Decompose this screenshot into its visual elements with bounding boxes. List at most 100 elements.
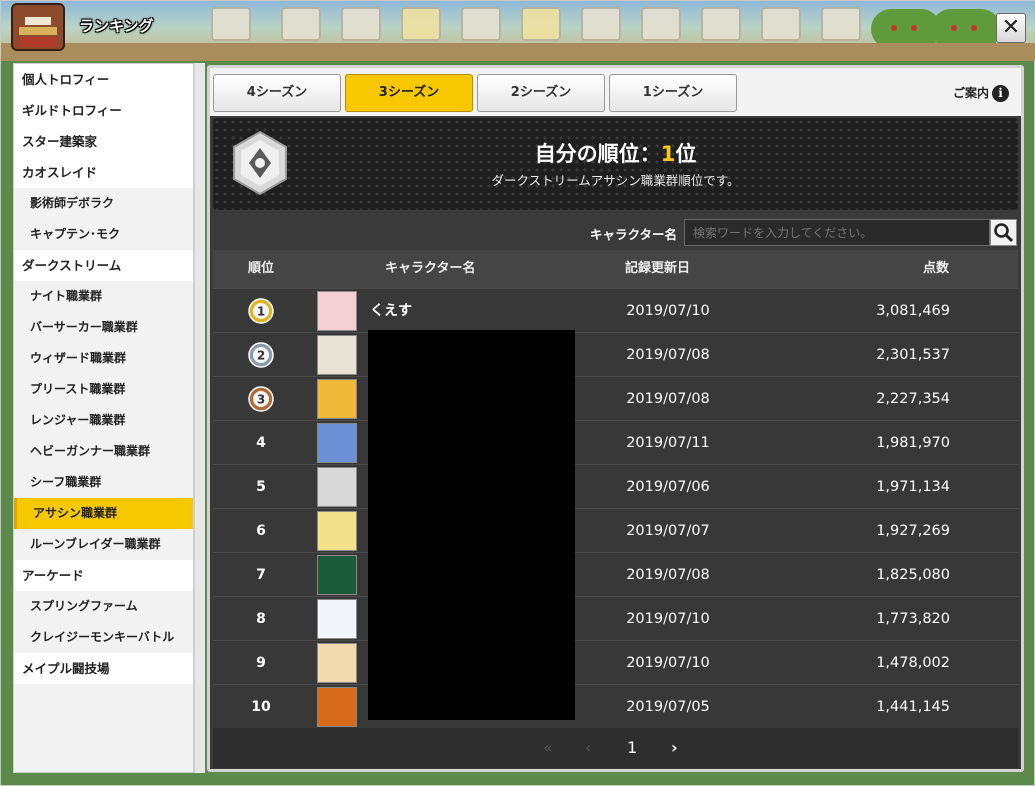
- character-avatar[interactable]: [317, 643, 357, 683]
- rank-number: 5: [256, 479, 266, 495]
- ranking-table: 1 くえす 2019/07/10 3,081,469 2 2019/07/08 2,301,…: [213, 288, 1018, 728]
- score: 1,927,269: [876, 523, 950, 539]
- sidebar-item[interactable]: アサシン職業群: [14, 498, 193, 529]
- character-avatar[interactable]: [317, 511, 357, 551]
- character-avatar[interactable]: [317, 467, 357, 507]
- sidebar-item[interactable]: 影術師デボラク: [14, 188, 193, 219]
- tab-season-1[interactable]: 1シーズン: [609, 74, 737, 112]
- close-button[interactable]: ✕: [996, 13, 1026, 43]
- guide-label: ご案内: [952, 86, 989, 100]
- sidebar-item[interactable]: ダークストリーム: [14, 250, 193, 281]
- sidebar-item[interactable]: ウィザード職業群: [14, 343, 193, 374]
- sidebar-item[interactable]: ギルドトロフィー: [14, 95, 193, 126]
- sidebar-item[interactable]: クレイジーモンキーバトル: [14, 622, 193, 653]
- rank-number: 9: [256, 655, 266, 671]
- search-button[interactable]: [990, 219, 1017, 246]
- rank-number: 10: [251, 699, 271, 715]
- rank-number: 4: [256, 435, 266, 451]
- update-date: 2019/07/06: [626, 479, 710, 495]
- silver-medal-icon: 2: [248, 342, 274, 368]
- sidebar-item[interactable]: ナイト職業群: [14, 281, 193, 312]
- sidebar-item[interactable]: メイプル闘技場: [14, 653, 193, 684]
- score: 1,478,002: [876, 655, 950, 671]
- window-title: ランキング: [79, 17, 154, 35]
- sidebar-item[interactable]: カオスレイド: [14, 157, 193, 188]
- score: 1,441,145: [876, 699, 950, 715]
- table-header: 順位 キャラクター名 記録更新日 点数: [213, 250, 1018, 288]
- sidebar-item[interactable]: アーケード: [14, 560, 193, 591]
- tab-season-2[interactable]: 2シーズン: [477, 74, 605, 112]
- search-input[interactable]: [684, 219, 990, 246]
- rank-number: 6: [256, 523, 266, 539]
- tab-season-4[interactable]: 4シーズン: [213, 74, 341, 112]
- update-date: 2019/07/08: [626, 567, 710, 583]
- my-rank-banner: 自分の順位：1位 ダークストリームアサシン職業群順位です。: [213, 118, 1018, 210]
- bronze-medal-icon: 3: [248, 386, 274, 412]
- score: 1,773,820: [876, 611, 950, 627]
- sidebar-item[interactable]: プリースト職業群: [14, 374, 193, 405]
- sidebar-item[interactable]: スター建築家: [14, 126, 193, 157]
- search-label: キャラクター名: [590, 227, 678, 242]
- sidebar-item[interactable]: 個人トロフィー: [14, 64, 193, 95]
- character-avatar[interactable]: [317, 687, 357, 727]
- update-date: 2019/07/05: [626, 699, 710, 715]
- current-page[interactable]: 1: [627, 728, 637, 768]
- first-page-button[interactable]: «: [543, 728, 553, 768]
- update-date: 2019/07/08: [626, 391, 710, 407]
- table-row[interactable]: 5 2019/07/06 1,971,134: [213, 464, 1018, 508]
- character-avatar[interactable]: [317, 599, 357, 639]
- character-avatar[interactable]: [317, 555, 357, 595]
- sidebar-item[interactable]: バーサーカー職業群: [14, 312, 193, 343]
- update-date: 2019/07/10: [626, 655, 710, 671]
- character-avatar[interactable]: [317, 291, 357, 331]
- update-date: 2019/07/08: [626, 347, 710, 363]
- table-row[interactable]: 10 2019/07/05 1,441,145: [213, 684, 1018, 728]
- sidebar-item[interactable]: ルーンブレイダー職業群: [14, 529, 193, 560]
- character-avatar[interactable]: [317, 379, 357, 419]
- sidebar-scrollbar[interactable]: [194, 63, 205, 773]
- table-row[interactable]: 4 2019/07/11 1,981,970: [213, 420, 1018, 464]
- search-row: キャラクター名: [210, 214, 1021, 248]
- table-row[interactable]: 1 くえす 2019/07/10 3,081,469: [213, 288, 1018, 332]
- ranking-window: ランキング ✕ 個人トロフィー ギルドトロフィー スター建築家 カオスレイド 影術師デボ…: [0, 0, 1035, 786]
- score: 1,825,080: [876, 567, 950, 583]
- score: 1,981,970: [876, 435, 950, 451]
- character-avatar[interactable]: [317, 335, 357, 375]
- sidebar-item[interactable]: キャプテン･モク: [14, 219, 193, 250]
- my-rank-prefix: 自分の順位：: [534, 142, 661, 166]
- update-date: 2019/07/07: [626, 523, 710, 539]
- header-character-name: キャラクター名: [385, 261, 476, 276]
- gold-medal-icon: 1: [248, 298, 274, 324]
- score: 2,227,354: [876, 391, 950, 407]
- update-date: 2019/07/11: [626, 435, 710, 451]
- next-page-button[interactable]: ›: [671, 728, 678, 768]
- character-name[interactable]: くえす: [370, 289, 412, 333]
- table-row[interactable]: 8 2019/07/10 1,773,820: [213, 596, 1018, 640]
- update-date: 2019/07/10: [626, 611, 710, 627]
- pagination: « ‹ 1 ›: [213, 728, 1018, 768]
- character-avatar[interactable]: [317, 423, 357, 463]
- table-row[interactable]: 3 2019/07/08 2,227,354: [213, 376, 1018, 420]
- header-score: 点数: [923, 261, 950, 276]
- header-rank: 順位: [247, 261, 274, 276]
- table-row[interactable]: 2 2019/07/08 2,301,537: [213, 332, 1018, 376]
- sidebar-item[interactable]: ヘビーガンナー職業群: [14, 436, 193, 467]
- sidebar-item[interactable]: レンジャー職業群: [14, 405, 193, 436]
- prev-page-button[interactable]: ‹: [585, 728, 591, 768]
- update-date: 2019/07/10: [626, 303, 710, 319]
- category-sidebar: 個人トロフィー ギルドトロフィー スター建築家 カオスレイド 影術師デボラク キャプテン･…: [13, 63, 194, 773]
- table-row[interactable]: 7 2019/07/08 1,825,080: [213, 552, 1018, 596]
- table-row[interactable]: 6 2019/07/07 1,927,269: [213, 508, 1018, 552]
- score: 3,081,469: [876, 303, 950, 319]
- season-tabs: 4シーズン 3シーズン 2シーズン 1シーズン ご案内 i: [210, 68, 1021, 116]
- my-rank-suffix: 位: [675, 142, 697, 166]
- header-update-date: 記録更新日: [625, 261, 691, 276]
- sidebar-item[interactable]: シーフ職業群: [14, 467, 193, 498]
- guide-button[interactable]: ご案内 i: [953, 84, 1009, 102]
- redaction-block: [368, 330, 575, 720]
- table-row[interactable]: 9 2019/07/10 1,478,002: [213, 640, 1018, 684]
- ranking-panel: 4シーズン 3シーズン 2シーズン 1シーズン ご案内 i 自分の順位：1位 ダー…: [207, 65, 1024, 772]
- sidebar-item[interactable]: スプリングファーム: [14, 591, 193, 622]
- tab-season-3[interactable]: 3シーズン: [345, 74, 473, 112]
- my-rank-title: 自分の順位：1位: [213, 138, 1018, 168]
